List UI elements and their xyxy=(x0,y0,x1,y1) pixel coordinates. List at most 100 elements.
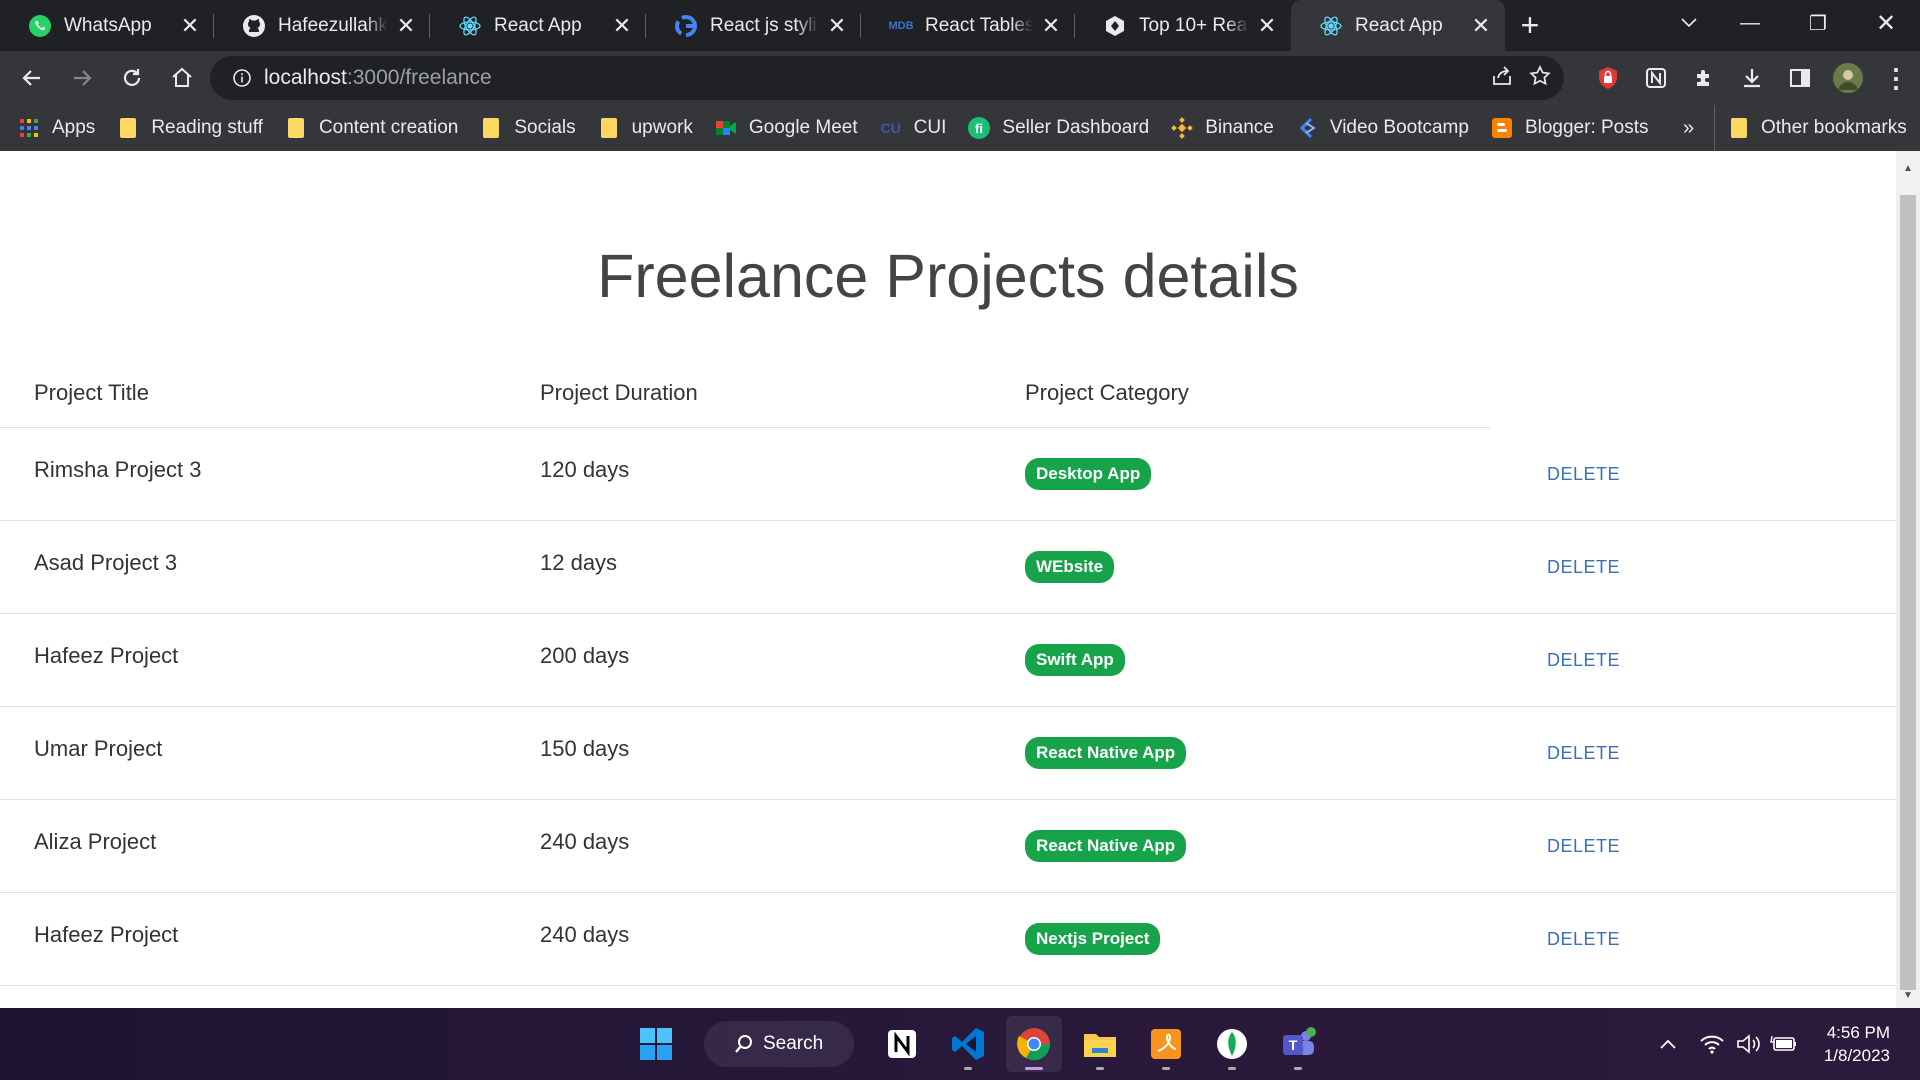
tab-title: WhatsApp xyxy=(64,14,152,36)
project-title: Hafeez Project xyxy=(34,643,179,668)
bookmark-binance[interactable]: Binance xyxy=(1171,117,1274,139)
tab-react-app-active[interactable]: React App ✕ xyxy=(1291,0,1505,51)
bookmarks-overflow-button[interactable]: » xyxy=(1683,105,1694,151)
back-button[interactable] xyxy=(8,54,56,102)
delete-button[interactable]: DELETE xyxy=(1547,650,1620,671)
blogger-icon xyxy=(1491,117,1513,139)
close-icon[interactable]: ✕ xyxy=(394,13,418,38)
home-icon xyxy=(172,67,192,87)
bookmark-seller-dashboard[interactable]: fi Seller Dashboard xyxy=(968,117,1149,139)
share-icon[interactable] xyxy=(1490,64,1514,93)
bookmark-folder-content-creation[interactable]: Content creation xyxy=(285,117,458,139)
forward-button[interactable] xyxy=(58,54,106,102)
bookmark-folder-reading-stuff[interactable]: Reading stuff xyxy=(117,117,263,139)
delete-button[interactable]: DELETE xyxy=(1547,743,1620,764)
clock[interactable]: 4:56 PM 1/8/2023 xyxy=(1824,1021,1890,1067)
github-icon xyxy=(242,14,266,38)
tab-google-search[interactable]: React js stylish ✕ xyxy=(646,0,861,51)
other-bookmarks[interactable]: Other bookmarks xyxy=(1714,105,1907,151)
bookmark-blogger[interactable]: Blogger: Posts xyxy=(1491,117,1649,139)
restore-button[interactable]: ❐ xyxy=(1784,0,1852,46)
table-row: Aliza Project 240 days React Native App … xyxy=(0,800,1896,893)
taskbar-notion[interactable] xyxy=(874,1016,930,1072)
tab-top10[interactable]: Top 10+ React ✕ xyxy=(1075,0,1291,51)
bookmark-cui[interactable]: CU CUI xyxy=(880,117,947,139)
chevron-down-icon xyxy=(1681,18,1697,28)
chevron-up-icon[interactable] xyxy=(1650,1026,1686,1062)
close-icon[interactable]: ✕ xyxy=(825,13,849,38)
download-icon[interactable] xyxy=(1728,54,1776,102)
tab-react-app[interactable]: React App ✕ xyxy=(430,0,646,51)
bookmark-folder-upwork[interactable]: upwork xyxy=(598,117,693,139)
tab-title: React App xyxy=(494,14,582,36)
kebab-menu-icon[interactable]: ⋮ xyxy=(1872,54,1920,102)
tab-strip: WhatsApp ✕ Hafeezullahkak ✕ React App ✕ … xyxy=(0,0,1920,51)
close-window-button[interactable]: ✕ xyxy=(1852,0,1920,46)
page-scrollbar[interactable]: ▲ ▼ xyxy=(1896,151,1920,1008)
taskbar-search[interactable]: Search xyxy=(704,1021,854,1067)
battery-icon[interactable] xyxy=(1766,1026,1802,1062)
scroll-up-arrow-icon[interactable]: ▲ xyxy=(1896,157,1920,179)
volume-icon[interactable] xyxy=(1730,1026,1766,1062)
project-title: Umar Project xyxy=(34,736,163,761)
puzzle-icon[interactable] xyxy=(1680,54,1728,102)
wifi-icon[interactable] xyxy=(1694,1026,1730,1062)
shield-extension-icon[interactable] xyxy=(1584,54,1632,102)
folder-icon xyxy=(285,117,307,139)
close-icon[interactable]: ✕ xyxy=(1469,13,1493,38)
bookmark-apps[interactable]: Apps xyxy=(18,117,95,139)
bookmark-star-icon[interactable] xyxy=(1528,64,1552,93)
taskbar-file-explorer[interactable] xyxy=(1072,1016,1128,1072)
new-tab-button[interactable]: + xyxy=(1505,0,1555,51)
reload-button[interactable] xyxy=(108,54,156,102)
address-bar-actions xyxy=(1490,56,1552,100)
profile-avatar[interactable] xyxy=(1824,54,1872,102)
taskbar-mongodb[interactable] xyxy=(1204,1016,1260,1072)
delete-button[interactable]: DELETE xyxy=(1547,464,1620,485)
scroll-down-arrow-icon[interactable]: ▼ xyxy=(1896,984,1920,1006)
taskbar-pdf-reader[interactable] xyxy=(1138,1016,1194,1072)
taskbar-chrome[interactable] xyxy=(1006,1016,1062,1072)
info-icon[interactable] xyxy=(220,68,264,88)
minimize-button[interactable]: — xyxy=(1716,0,1784,46)
column-header-category: Project Category xyxy=(1025,380,1189,405)
taskbar-vscode[interactable] xyxy=(940,1016,996,1072)
start-button[interactable] xyxy=(628,1016,684,1072)
bookmark-google-meet[interactable]: Google Meet xyxy=(715,117,858,139)
notion-extension-icon[interactable] xyxy=(1632,54,1680,102)
close-icon[interactable]: ✕ xyxy=(610,13,634,38)
google-icon xyxy=(674,14,698,38)
bookmarks-bar: Apps Reading stuff Content creation Soci… xyxy=(0,105,1920,151)
pdf-icon xyxy=(1151,1029,1181,1059)
tab-whatsapp[interactable]: WhatsApp ✕ xyxy=(0,0,214,51)
category-badge: Nextjs Project xyxy=(1025,923,1161,955)
bookmark-folder-socials[interactable]: Socials xyxy=(480,117,576,139)
close-icon[interactable]: ✕ xyxy=(178,13,202,38)
binance-icon xyxy=(1171,117,1194,139)
delete-button[interactable]: DELETE xyxy=(1547,557,1620,578)
home-button[interactable] xyxy=(158,54,206,102)
tab-mdb[interactable]: MDB React Tables w ✕ xyxy=(861,0,1075,51)
table-row: Hafeez Project 240 days Nextjs Project D… xyxy=(0,893,1896,986)
bookmark-video-bootcamp[interactable]: Video Bootcamp xyxy=(1296,117,1469,139)
address-bar[interactable]: localhost:3000/freelance xyxy=(210,56,1564,100)
taskbar-search-label: Search xyxy=(763,1033,824,1054)
close-icon[interactable]: ✕ xyxy=(1255,13,1279,38)
taskbar-teams[interactable]: T xyxy=(1270,1016,1326,1072)
delete-button[interactable]: DELETE xyxy=(1547,836,1620,857)
scrollbar-thumb[interactable] xyxy=(1900,195,1916,990)
side-panel-icon[interactable] xyxy=(1776,54,1824,102)
delete-button[interactable]: DELETE xyxy=(1547,929,1620,950)
project-title: Rimsha Project 3 xyxy=(34,457,202,482)
table-row: Hafeez Project 200 days Swift App DELETE xyxy=(0,614,1896,707)
arrow-right-icon xyxy=(74,70,92,86)
bookmark-label: Apps xyxy=(52,117,96,138)
project-duration: 150 days xyxy=(540,736,630,761)
apps-grid-icon xyxy=(18,117,40,139)
tab-search-button[interactable] xyxy=(1664,0,1714,46)
close-icon[interactable]: ✕ xyxy=(1039,13,1063,38)
url-path: :3000/freelance xyxy=(346,66,492,89)
folder-icon xyxy=(1731,118,1747,138)
url-host: localhost xyxy=(264,66,347,89)
tab-github[interactable]: Hafeezullahkak ✕ xyxy=(214,0,430,51)
